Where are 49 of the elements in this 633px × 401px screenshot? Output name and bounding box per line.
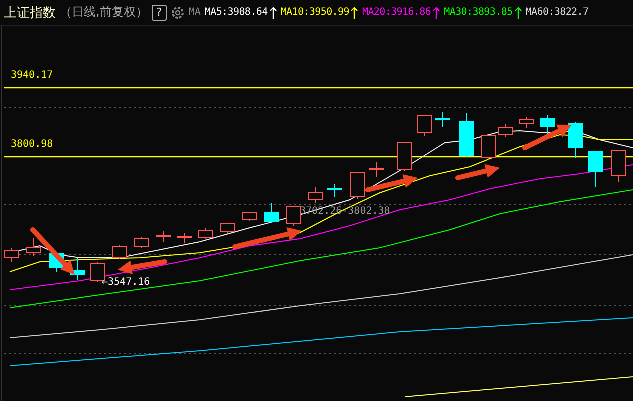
- rising-candle: [482, 134, 496, 160]
- moving-average-value: MA10:3950.99: [280, 7, 350, 18]
- rising-candle: [4, 248, 20, 262]
- ma-label: MA: [188, 7, 201, 18]
- chart-mode-label: （日线,前复权）: [60, 4, 148, 21]
- rising-candle: [156, 230, 172, 242]
- rising-candle: [370, 162, 384, 178]
- rising-candle: [134, 236, 150, 248]
- rising-candle: [350, 172, 366, 200]
- up-arrow-icon: [270, 6, 277, 18]
- up-arrow-icon: [433, 6, 440, 18]
- annotation-arrow: [366, 174, 418, 192]
- settings-icon[interactable]: [170, 6, 185, 20]
- rising-candle: [498, 124, 514, 138]
- annotation-arrow: [232, 227, 302, 250]
- up-arrow-icon: [351, 6, 358, 18]
- annotation-arrow: [456, 164, 500, 180]
- price-level-label: 3940.17: [11, 70, 54, 81]
- falling-candle: [264, 202, 280, 224]
- up-arrow-icon: [514, 6, 522, 18]
- rising-candle: [612, 150, 626, 182]
- low-price-label: ←3547.16: [102, 277, 150, 288]
- rising-candle: [242, 212, 258, 222]
- rising-candle: [178, 232, 192, 244]
- rising-candle: [520, 116, 534, 128]
- falling-candle: [568, 122, 584, 158]
- annotation-arrow: [522, 124, 572, 150]
- rising-candle: [198, 228, 214, 240]
- help-button[interactable]: ?: [152, 4, 167, 20]
- rising-candle: [112, 244, 128, 260]
- moving-average-value: MA20:3916.86: [362, 7, 432, 18]
- rising-candle: [308, 186, 324, 204]
- moving-average-value: MA5:3988.64: [204, 7, 268, 18]
- rising-candle: [398, 142, 412, 172]
- rising-candle: [26, 238, 42, 256]
- annotation-arrow: [118, 260, 168, 275]
- rising-candle: [418, 114, 432, 136]
- falling-candle: [588, 150, 604, 188]
- moving-average-value: MA60:3822.7: [526, 7, 589, 18]
- rising-candle: [220, 222, 236, 234]
- falling-candle: [540, 114, 556, 134]
- falling-candle: [436, 112, 450, 128]
- falling-candle: [460, 112, 474, 158]
- falling-candle: [328, 184, 342, 198]
- moving-average-value: MA30:3893.85: [444, 7, 513, 18]
- index-title: 上证指数: [4, 4, 56, 22]
- price-level-label: 3800.98: [11, 139, 54, 150]
- annotation-arrow: [30, 228, 75, 275]
- rising-candle: [286, 206, 302, 226]
